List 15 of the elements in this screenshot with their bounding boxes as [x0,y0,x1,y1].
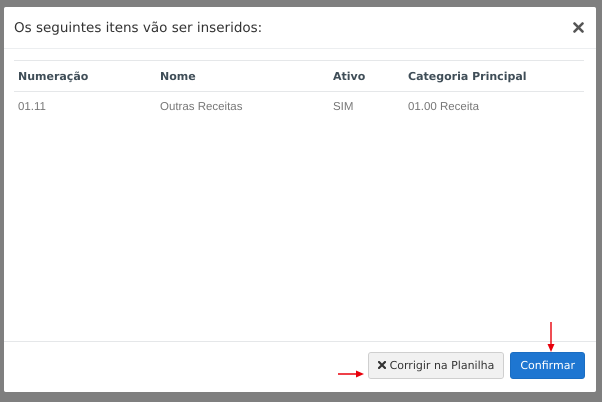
table-cell: Outras Receitas [160,101,242,113]
fix-button[interactable]: Corrigir na Planilha [368,352,504,378]
column-header: Categoria Principal [408,70,527,82]
table-cell: SIM [333,101,354,113]
modal-title: Os seguintes itens vão ser inseridos: [14,20,262,36]
table-cell: 01.11 [18,101,46,113]
column-header: Numeração [18,70,88,82]
close-icon [378,361,386,369]
annotation-arrow [338,370,364,378]
annotation-arrow [547,322,555,352]
column-header: Ativo [333,70,366,82]
close-button[interactable] [571,20,586,35]
table-cell: 01.00 Receita [408,101,479,113]
confirm-button[interactable]: Confirmar [510,352,585,378]
column-header: Nome [160,70,196,82]
